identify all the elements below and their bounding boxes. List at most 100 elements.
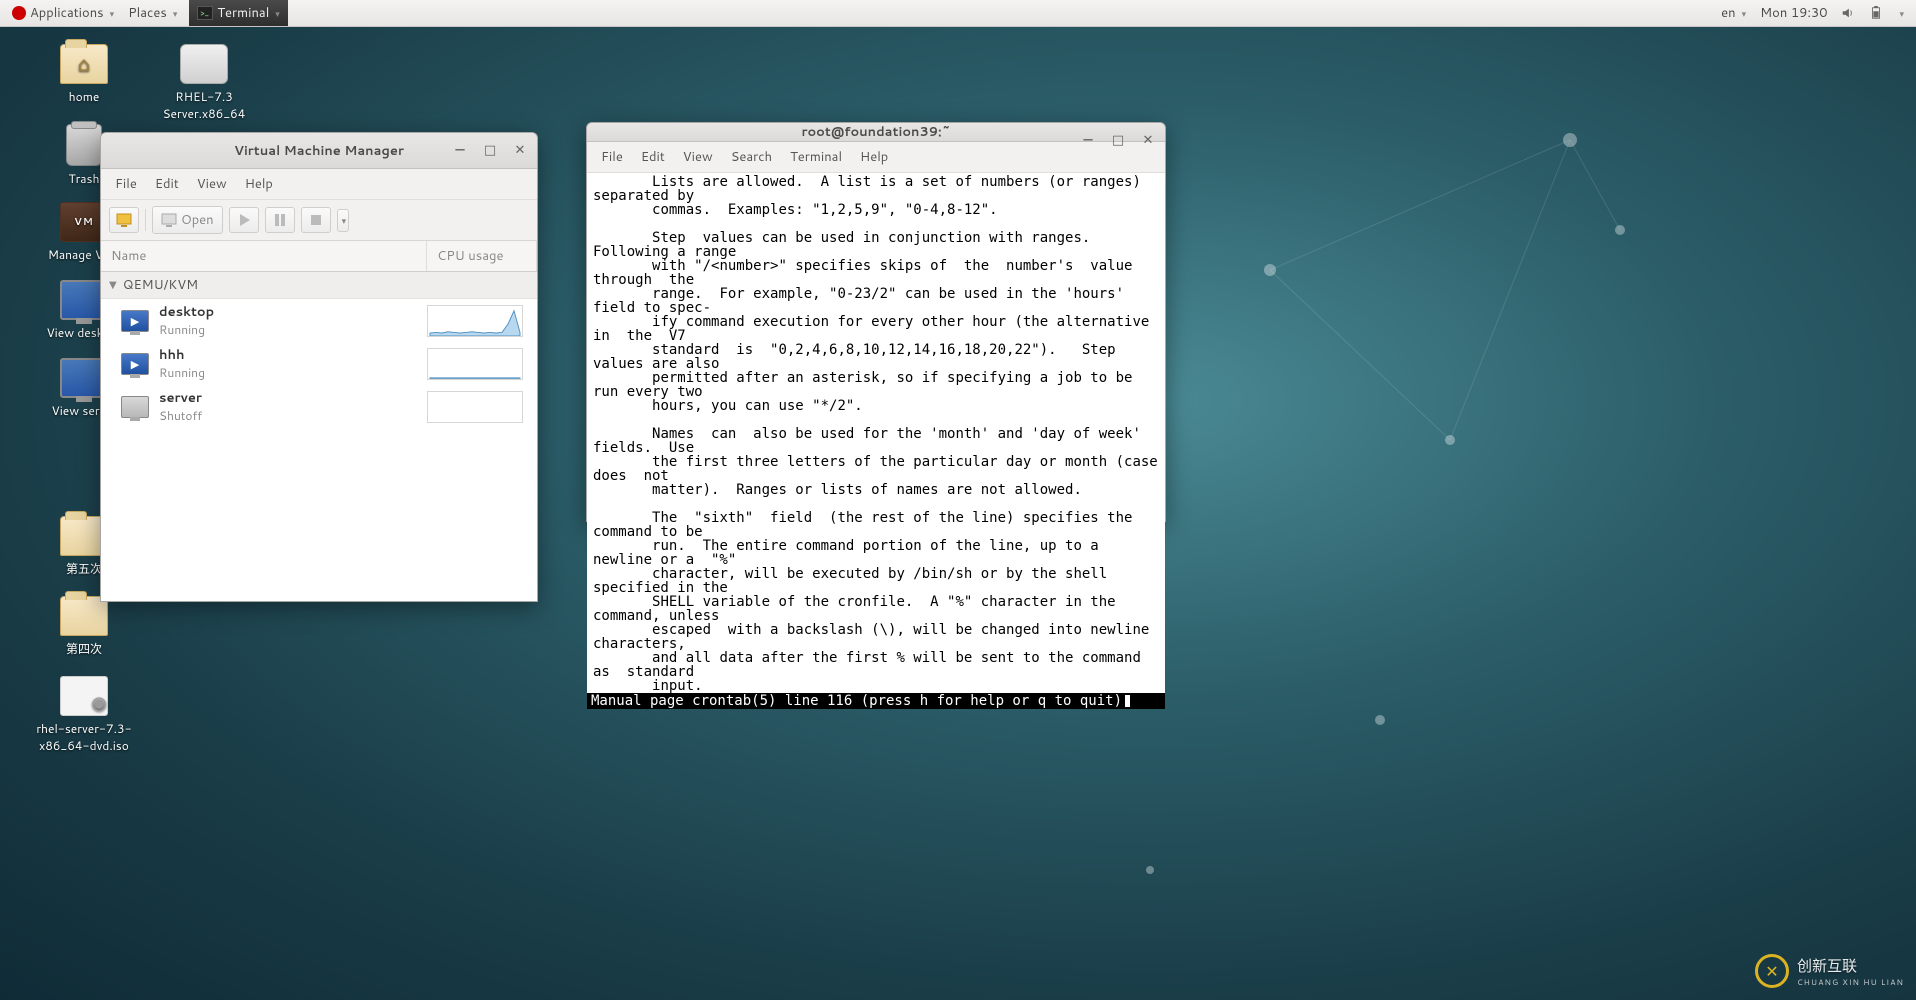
cpu-sparkline (427, 305, 523, 337)
chevron-down-icon: ▾ (275, 7, 280, 20)
run-button[interactable] (229, 207, 259, 233)
folder-icon (60, 596, 108, 636)
vm-name: server (159, 389, 427, 407)
new-vm-button[interactable] (109, 207, 139, 233)
vmm-menubar: File Edit View Help (101, 169, 537, 200)
chevron-down-icon: ▾ (110, 7, 115, 20)
icon-label: rhel-server-7.3-x86_64-dvd.iso (36, 720, 131, 754)
icon-label: home (69, 88, 100, 105)
terminal-output[interactable]: Lists are allowed. A list is a set of nu… (587, 173, 1165, 693)
watermark-brand: 创新互联 (1797, 955, 1857, 976)
applications-label: Applications (30, 4, 104, 22)
vmm-toolbar: Open ▾ (101, 200, 537, 241)
stop-icon (308, 212, 324, 228)
icon-label: RHEL-7.3 Server.x86_64 (163, 88, 246, 122)
volume-indicator[interactable] (1835, 6, 1861, 20)
vmm-list: ▼ QEMU/KVM ▶desktopRunning▶hhhRunningser… (101, 272, 537, 601)
menu-help[interactable]: Help (237, 171, 281, 197)
terminal-cursor (1123, 693, 1132, 709)
shutdown-button[interactable] (301, 207, 331, 233)
terminal-window: root@foundation39:~ — □ ✕ File Edit View… (586, 122, 1166, 522)
vm-state: Running (159, 321, 427, 338)
connection-label: QEMU/KVM (123, 276, 198, 294)
close-button[interactable]: ✕ (509, 139, 531, 161)
close-button[interactable]: ✕ (1137, 129, 1159, 151)
vm-name: hhh (159, 346, 427, 364)
menu-edit[interactable]: Edit (147, 171, 187, 197)
icon-label: Trash (69, 170, 100, 187)
desktop-icon-folder4[interactable]: 第四次 (34, 596, 134, 657)
minimize-button[interactable]: — (1077, 129, 1099, 151)
menu-file[interactable]: File (593, 144, 631, 170)
pause-button[interactable] (265, 207, 295, 233)
menu-view[interactable]: View (675, 144, 721, 170)
menu-terminal[interactable]: Terminal (782, 144, 850, 170)
terminal-titlebar[interactable]: root@foundation39:~ — □ ✕ (587, 123, 1165, 142)
watermark: ✕ 创新互联 CHUANG XIN HU LIAN (1755, 954, 1904, 988)
iso-file-icon (60, 676, 108, 716)
vmm-titlebar[interactable]: Virtual Machine Manager — □ ✕ (101, 133, 537, 169)
clock-label: Mon 19:30 (1760, 4, 1827, 22)
maximize-button[interactable]: □ (1107, 129, 1129, 151)
play-overlay-icon: ▶ (122, 311, 148, 331)
taskbar-terminal[interactable]: Terminal ▾ (189, 0, 287, 26)
play-icon (236, 212, 252, 228)
top-panel: Applications ▾ Places ▾ Terminal ▾ en ▾ … (0, 0, 1916, 27)
battery-indicator[interactable] (1863, 6, 1889, 20)
chevron-down-icon: ▾ (1742, 7, 1747, 20)
watermark-sub: CHUANG XIN HU LIAN (1797, 976, 1904, 988)
places-label: Places (128, 4, 167, 22)
vmm-window: Virtual Machine Manager — □ ✕ File Edit … (100, 132, 538, 602)
menu-help[interactable]: Help (852, 144, 896, 170)
vm-info: hhhRunning (159, 346, 427, 381)
vm-monitor-icon: ▶ (121, 353, 149, 375)
desktop-icon-iso[interactable]: rhel-server-7.3-x86_64-dvd.iso (24, 676, 144, 754)
monitor-new-icon (116, 212, 132, 228)
vm-row[interactable]: ▶ hhhRunning (101, 342, 537, 385)
clock[interactable]: Mon 19:30 (1754, 4, 1833, 22)
icon-label: 第五次 (66, 560, 102, 577)
header-name[interactable]: Name (101, 241, 427, 271)
menu-edit[interactable]: Edit (633, 144, 673, 170)
desktop-icon-home[interactable]: home (34, 44, 134, 105)
desktop-icon-rhel-disk[interactable]: RHEL-7.3 Server.x86_64 (154, 44, 254, 122)
vm-info: desktopRunning (159, 303, 427, 338)
home-folder-icon (60, 44, 108, 84)
connection-row[interactable]: ▼ QEMU/KVM (101, 272, 537, 299)
disclosure-triangle-icon[interactable]: ▼ (109, 278, 117, 292)
shutdown-menu-button[interactable]: ▾ (337, 209, 350, 232)
vm-row[interactable]: ▶ desktopRunning (101, 299, 537, 342)
system-menu[interactable]: ▾ (1891, 7, 1910, 20)
chevron-down-icon: ▾ (1899, 7, 1904, 20)
terminal-status-bar: Manual page crontab(5) line 116 (press h… (587, 693, 1165, 709)
language-label: en (1721, 4, 1735, 22)
battery-icon (1869, 6, 1883, 20)
chevron-down-icon: ▾ (173, 7, 178, 20)
terminal-status-text: Manual page crontab(5) line 116 (press h… (591, 693, 1122, 709)
monitor-icon (161, 212, 177, 228)
places-menu[interactable]: Places ▾ (122, 0, 183, 26)
cpu-sparkline (427, 348, 523, 380)
vmm-title: Virtual Machine Manager (234, 142, 404, 160)
terminal-title: root@foundation39:~ (801, 123, 950, 141)
language-indicator[interactable]: en ▾ (1715, 4, 1752, 22)
minimize-button[interactable]: — (449, 139, 471, 161)
vm-row[interactable]: serverShutoff (101, 385, 537, 428)
vm-name: desktop (159, 303, 427, 321)
menu-file[interactable]: File (107, 171, 145, 197)
redhat-logo-icon (12, 6, 26, 20)
applications-menu[interactable]: Applications ▾ (6, 0, 120, 26)
vm-info: serverShutoff (159, 389, 427, 424)
volume-icon (1841, 6, 1855, 20)
menu-view[interactable]: View (189, 171, 235, 197)
maximize-button[interactable]: □ (479, 139, 501, 161)
disk-icon (180, 44, 228, 84)
pause-icon (272, 212, 288, 228)
menu-search[interactable]: Search (723, 144, 780, 170)
watermark-logo-icon: ✕ (1755, 954, 1789, 988)
cpu-sparkline (427, 391, 523, 423)
open-button[interactable]: Open (152, 206, 223, 234)
vmm-column-headers: Name CPU usage (101, 241, 537, 272)
header-cpu[interactable]: CPU usage (427, 241, 537, 271)
trash-icon (66, 124, 102, 166)
